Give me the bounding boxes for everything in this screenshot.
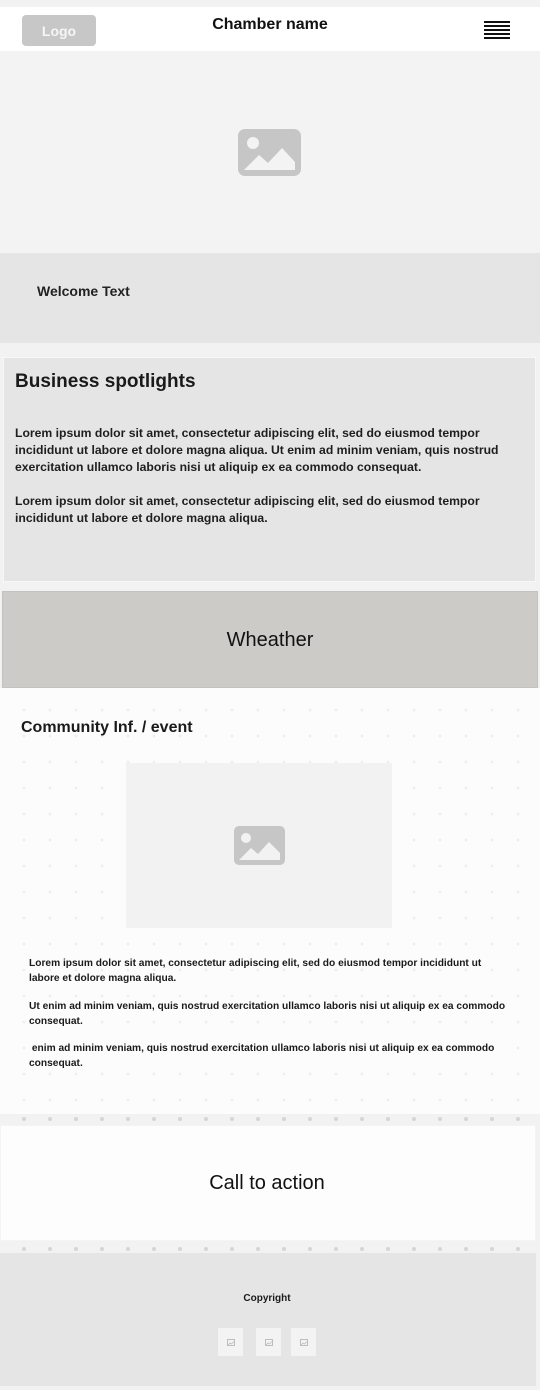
divider-dot — [100, 1247, 104, 1251]
divider-dot — [204, 1247, 208, 1251]
divider-dot — [308, 1247, 312, 1251]
community-title: Community Inf. / event — [21, 719, 193, 736]
weather-label: Wheather — [226, 629, 314, 651]
community-paragraph: Lorem ipsum dolor sit amet, consectetur … — [29, 958, 485, 984]
image-placeholder-icon — [238, 129, 301, 176]
hamburger-menu-icon[interactable] — [484, 21, 510, 40]
divider-dot — [126, 1247, 130, 1251]
divider-dot — [464, 1117, 468, 1121]
divider-dot — [282, 1117, 286, 1121]
divider-dot — [74, 1117, 78, 1121]
divider-dot — [22, 1247, 26, 1251]
divider-dot — [412, 1247, 416, 1251]
social-icon-3[interactable] — [291, 1328, 316, 1356]
divider-dot — [22, 1117, 26, 1121]
divider-dot — [282, 1247, 286, 1251]
divider-dot — [360, 1117, 364, 1121]
divider-dot — [48, 1247, 52, 1251]
divider-dot — [308, 1117, 312, 1121]
dot-divider — [0, 1114, 540, 1124]
spotlight-paragraph: Lorem ipsum dolor sit amet, consectetur … — [15, 426, 499, 474]
footer — [0, 1253, 536, 1386]
social-icon-1[interactable] — [218, 1328, 243, 1356]
spotlight-paragraph: Lorem ipsum dolor sit amet, consectetur … — [15, 494, 480, 525]
divider-dot — [256, 1117, 260, 1121]
divider-dot — [360, 1247, 364, 1251]
welcome-text: Welcome Text — [37, 283, 130, 299]
divider-dot — [256, 1247, 260, 1251]
business-spotlights-title: Business spotlights — [15, 371, 196, 392]
divider-dot — [178, 1247, 182, 1251]
call-to-action-label: Call to action — [209, 1172, 325, 1194]
chamber-name-title: Chamber name — [212, 16, 328, 33]
social-icon-2[interactable] — [256, 1328, 281, 1356]
divider-dot — [386, 1247, 390, 1251]
divider-dot — [152, 1247, 156, 1251]
divider-dot — [178, 1117, 182, 1121]
divider-dot — [126, 1117, 130, 1121]
divider-dot — [74, 1247, 78, 1251]
divider-dot — [438, 1117, 442, 1121]
divider-dot — [386, 1117, 390, 1121]
divider-dot — [334, 1247, 338, 1251]
divider-dot — [48, 1117, 52, 1121]
divider-dot — [100, 1117, 104, 1121]
image-placeholder-icon — [234, 826, 285, 865]
divider-dot — [152, 1117, 156, 1121]
divider-dot — [204, 1117, 208, 1121]
divider-dot — [230, 1117, 234, 1121]
divider-dot — [412, 1117, 416, 1121]
divider-dot — [334, 1117, 338, 1121]
divider-dot — [516, 1247, 520, 1251]
community-paragraph: enim ad minim veniam, quis nostrud exerc… — [29, 1043, 498, 1069]
divider-dot — [490, 1247, 494, 1251]
divider-dot — [230, 1247, 234, 1251]
divider-dot — [464, 1247, 468, 1251]
divider-dot — [438, 1247, 442, 1251]
copyright-text: Copyright — [243, 1293, 291, 1304]
logo-button[interactable]: Logo — [22, 15, 96, 46]
divider-dot — [516, 1117, 520, 1121]
community-paragraph: Ut enim ad minim veniam, quis nostrud ex… — [29, 1001, 508, 1027]
divider-dot — [490, 1117, 494, 1121]
